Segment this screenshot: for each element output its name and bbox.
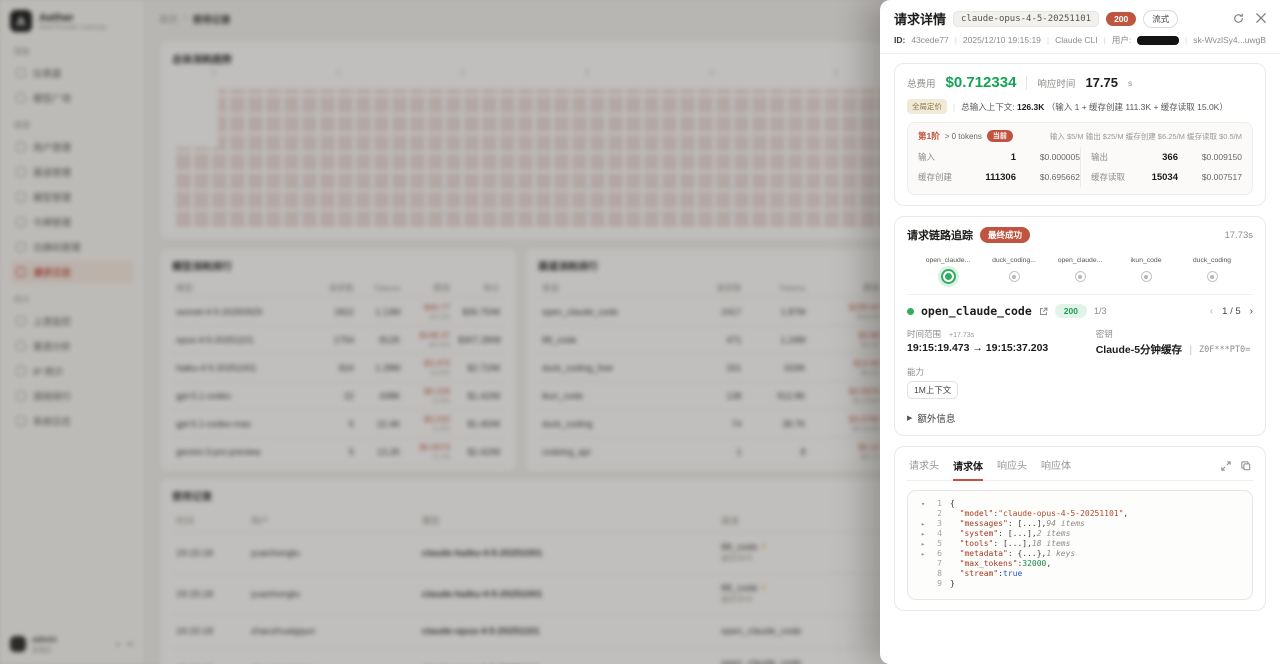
- refresh-icon[interactable]: [1233, 13, 1244, 24]
- hop-status-badge: 200: [1055, 304, 1087, 318]
- trace-node-dot[interactable]: [1141, 271, 1152, 282]
- masked-key: Z0F***PT0=: [1199, 345, 1250, 355]
- cost-card: 总费用 $0.712334 响应时间 17.75 s 全局定价 | 总输入上下文…: [894, 63, 1266, 206]
- trace-node[interactable]: duck_coding: [1186, 257, 1238, 284]
- context-summary: 全局定价 | 总输入上下文: 126.3K （输入 1 + 缓存创建 111.3…: [907, 99, 1253, 114]
- request-meta-line: ID: 43cede77 | 2025/12/10 19:15:19 | Cla…: [894, 34, 1266, 46]
- time-range-field: 时间范围+17.73s 19:15:19.473 → 19:15:37.203: [907, 328, 1096, 357]
- fold-caret-icon[interactable]: ▾: [918, 499, 928, 509]
- expand-triangle-icon: ▶: [907, 414, 912, 422]
- client-label: Claude CLI: [1055, 35, 1098, 45]
- code-line: 7 "max_tokens": 32000,: [918, 559, 1242, 569]
- hop-channel-name: open_claude_code: [921, 304, 1032, 318]
- trace-status-badge: 最终成功: [980, 227, 1030, 243]
- request-detail-drawer: 请求详情 claude-opus-4-5-20251101 200 流式 ID:…: [880, 0, 1280, 664]
- code-line: ▾1{: [918, 499, 1242, 509]
- copy-icon[interactable]: [1241, 461, 1251, 471]
- fold-caret-icon: [918, 579, 928, 589]
- pricing-cell: 缓存读取15034$0.007517: [1080, 167, 1242, 187]
- extra-info-toggle[interactable]: ▶ 额外信息: [907, 411, 1253, 425]
- response-time-value: 17.75: [1085, 75, 1118, 90]
- trace-node[interactable]: ikun_code: [1120, 257, 1172, 284]
- model-tag: claude-opus-4-5-20251101: [953, 11, 1099, 27]
- tab-inactive[interactable]: 请求头: [909, 457, 939, 474]
- code-line: 9}: [918, 579, 1242, 589]
- payload-card: 请求头请求体响应头响应体 ▾1{2 "model": "claude-opus-…: [894, 446, 1266, 611]
- capability-field: 能力 1M上下文: [907, 366, 1253, 399]
- request-id: 43cede77: [911, 35, 948, 45]
- fold-caret-icon[interactable]: ▸: [918, 539, 928, 549]
- pricing-cell: 输出366$0.009150: [1080, 147, 1242, 167]
- trace-node[interactable]: open_claude...: [1054, 257, 1106, 284]
- fold-caret-icon: [918, 509, 928, 519]
- trace-node-selected-dot[interactable]: [941, 269, 956, 284]
- global-pricing-badge: 全局定价: [907, 99, 947, 114]
- stream-badge: 流式: [1143, 10, 1178, 28]
- pricing-cell: 缓存创建111306$0.695662: [918, 167, 1080, 187]
- trace-card: 请求链路追踪 最终成功 17.73s open_claude... duck_co…: [894, 216, 1266, 436]
- external-link-icon[interactable]: [1039, 307, 1048, 316]
- close-icon[interactable]: [1256, 13, 1266, 24]
- tab-inactive[interactable]: 响应体: [1041, 457, 1071, 474]
- fold-caret-icon[interactable]: ▸: [918, 519, 928, 529]
- app-root: A Aether Multi-Provider Gateway 面板仪表盘模型广…: [0, 0, 1280, 664]
- hop-summary-row: open_claude_code 200 1/3 ‹ 1 / 5 ›: [907, 294, 1253, 318]
- current-tier-badge: 当前: [987, 130, 1013, 142]
- json-viewer[interactable]: ▾1{2 "model": "claude-opus-4-5-20251101"…: [907, 490, 1253, 600]
- status-code-badge: 200: [1106, 12, 1136, 26]
- total-cost-value: $0.712334: [946, 74, 1017, 91]
- tab-active[interactable]: 请求体: [953, 458, 983, 481]
- redacted-username: [1137, 36, 1179, 45]
- code-line: ▸4 "system": [...], 2 items: [918, 529, 1242, 539]
- trace-node-dot[interactable]: [1207, 271, 1218, 282]
- fold-caret-icon[interactable]: ▸: [918, 549, 928, 559]
- trace-duration: 17.73s: [1224, 230, 1253, 241]
- drawer-header: 请求详情 claude-opus-4-5-20251101 200 流式 ID:…: [880, 0, 1280, 54]
- key-field: 密钥 Claude-5分钟缓存 | Z0F***PT0=: [1096, 328, 1253, 357]
- request-time: 2025/12/10 19:15:19: [963, 35, 1041, 45]
- code-line: 8 "stream": true: [918, 569, 1242, 579]
- response-time-label: 响应时间: [1037, 76, 1075, 90]
- success-dot: [907, 308, 914, 315]
- hop-attempt: 1/3: [1094, 306, 1107, 316]
- expand-icon[interactable]: [1221, 461, 1231, 471]
- pricing-tier-box: 第1阶 > 0 tokens 当前 输入 $5/M 输出 $25/M 缓存创建 …: [907, 122, 1253, 195]
- trace-node-dot[interactable]: [1075, 271, 1086, 282]
- code-line: ▸6 "metadata": {...}, 1 keys: [918, 549, 1242, 559]
- trace-title: 请求链路追踪: [907, 227, 973, 243]
- key-name: Claude-5分钟缓存: [1096, 342, 1182, 357]
- trace-node-dot[interactable]: [1009, 271, 1020, 282]
- next-hop-button[interactable]: ›: [1250, 306, 1253, 317]
- trace-node[interactable]: duck_coding...: [988, 257, 1040, 284]
- code-line: ▸5 "tools": [...], 18 items: [918, 539, 1242, 549]
- fold-caret-icon[interactable]: ▸: [918, 529, 928, 539]
- unit-prices: 输入 $5/M 输出 $25/M 缓存创建 $6.25/M 缓存读取 $0.5/…: [1050, 131, 1242, 142]
- capability-tag: 1M上下文: [907, 381, 958, 399]
- time-range-value: 19:15:19.473 → 19:15:37.203: [907, 342, 1096, 354]
- total-cost-label: 总费用: [907, 76, 936, 90]
- drawer-body: 总费用 $0.712334 响应时间 17.75 s 全局定价 | 总输入上下文…: [880, 54, 1280, 664]
- trace-node[interactable]: open_claude...: [922, 257, 974, 284]
- pricing-cell: 输入1$0.000005: [918, 147, 1080, 167]
- tab-inactive[interactable]: 响应头: [997, 457, 1027, 474]
- hop-page-indicator: 1 / 5: [1222, 306, 1241, 317]
- code-line: ▸3 "messages": [...], 94 items: [918, 519, 1242, 529]
- drawer-title: 请求详情: [894, 9, 946, 28]
- tier-label: 第1阶: [918, 130, 940, 142]
- prev-hop-button[interactable]: ‹: [1210, 306, 1213, 317]
- fold-caret-icon: [918, 569, 928, 579]
- code-line: 2 "model": "claude-opus-4-5-20251101",: [918, 509, 1242, 519]
- api-token[interactable]: sk-WvzlSy4...uwgB: [1193, 35, 1266, 45]
- fold-caret-icon: [918, 559, 928, 569]
